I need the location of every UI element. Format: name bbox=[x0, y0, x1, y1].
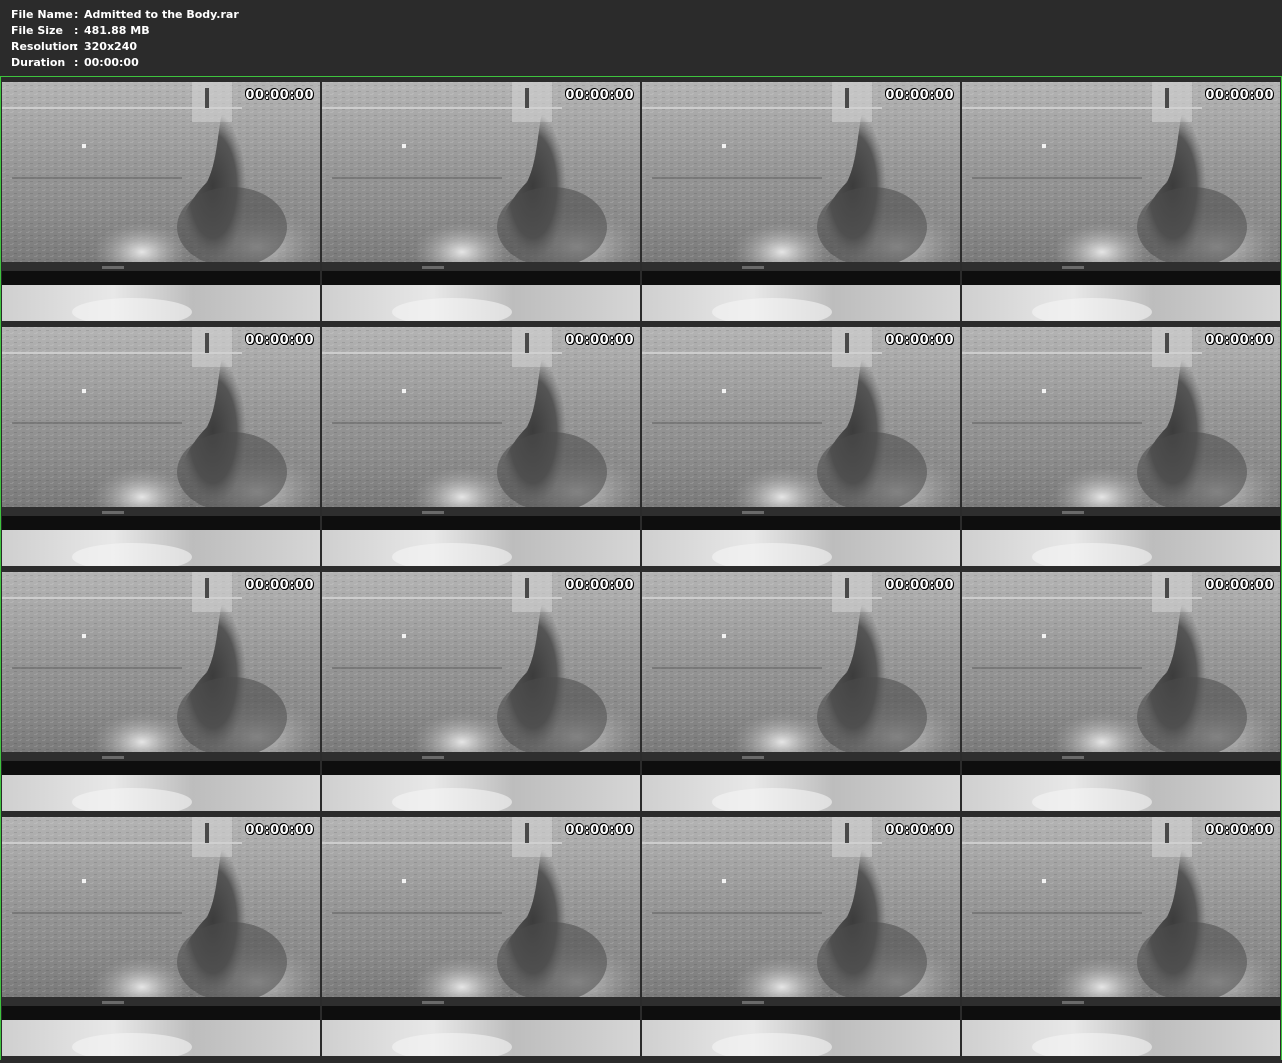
duration-label: Duration bbox=[11, 56, 66, 69]
video-thumbnail: 00:00:00 bbox=[322, 817, 640, 1056]
file-name-value: Admitted to the Body.rar bbox=[84, 8, 239, 21]
frame-image bbox=[962, 82, 1280, 321]
video-thumbnail: 00:00:00 bbox=[2, 327, 320, 566]
frame-timestamp: 00:00:00 bbox=[565, 823, 634, 838]
frame-image bbox=[322, 817, 640, 1056]
frame-image bbox=[642, 572, 960, 811]
resolution-value: 320x240 bbox=[84, 40, 138, 53]
frame-timestamp: 00:00:00 bbox=[245, 823, 314, 838]
frame-timestamp: 00:00:00 bbox=[565, 578, 634, 593]
frame-timestamp: 00:00:00 bbox=[885, 578, 954, 593]
frame-image bbox=[322, 572, 640, 811]
video-thumbnail: 00:00:00 bbox=[2, 817, 320, 1056]
file-name-row: File Name: Admitted to the Body.rar bbox=[11, 7, 239, 23]
video-thumbnail: 00:00:00 bbox=[962, 572, 1280, 811]
file-name-label: File Name bbox=[11, 8, 73, 21]
file-size-row: File Size:481.88 MB bbox=[11, 23, 150, 39]
video-thumbnail: 00:00:00 bbox=[962, 817, 1280, 1056]
video-thumbnail: 00:00:00 bbox=[642, 572, 960, 811]
file-size-separator: : bbox=[74, 24, 79, 37]
frame-image bbox=[2, 327, 320, 566]
duration-separator: : bbox=[74, 56, 79, 69]
video-thumbnail: 00:00:00 bbox=[642, 82, 960, 321]
file-size-label: File Size bbox=[11, 24, 63, 37]
video-thumbnail: 00:00:00 bbox=[322, 572, 640, 811]
file-size-value: 481.88 MB bbox=[84, 24, 150, 37]
file-name-separator: : bbox=[74, 8, 79, 21]
duration-row: Duration:00:00:00 bbox=[11, 55, 139, 71]
video-thumbnail: 00:00:00 bbox=[2, 82, 320, 321]
video-thumbnail: 00:00:00 bbox=[642, 817, 960, 1056]
frame-image bbox=[642, 82, 960, 321]
frame-timestamp: 00:00:00 bbox=[1205, 88, 1274, 103]
video-thumbnail: 00:00:00 bbox=[322, 327, 640, 566]
resolution-label: Resolution bbox=[11, 40, 78, 53]
frame-timestamp: 00:00:00 bbox=[1205, 823, 1274, 838]
frame-image bbox=[2, 817, 320, 1056]
frame-image bbox=[962, 327, 1280, 566]
frame-timestamp: 00:00:00 bbox=[565, 88, 634, 103]
frame-timestamp: 00:00:00 bbox=[885, 88, 954, 103]
frame-image bbox=[322, 82, 640, 321]
frame-timestamp: 00:00:00 bbox=[885, 823, 954, 838]
frame-timestamp: 00:00:00 bbox=[245, 88, 314, 103]
video-thumbnail: 00:00:00 bbox=[2, 572, 320, 811]
video-thumbnail: 00:00:00 bbox=[962, 82, 1280, 321]
frame-image bbox=[962, 817, 1280, 1056]
resolution-row: Resolution: 320x240 bbox=[11, 39, 137, 55]
video-thumbnail: 00:00:00 bbox=[322, 82, 640, 321]
frame-image bbox=[962, 572, 1280, 811]
file-info-header: File Name: Admitted to the Body.rar File … bbox=[0, 0, 1282, 76]
video-thumbnail: 00:00:00 bbox=[642, 327, 960, 566]
frame-timestamp: 00:00:00 bbox=[245, 333, 314, 348]
frame-image bbox=[322, 327, 640, 566]
resolution-separator: : bbox=[74, 40, 79, 53]
frame-image bbox=[642, 327, 960, 566]
frame-timestamp: 00:00:00 bbox=[1205, 578, 1274, 593]
frame-timestamp: 00:00:00 bbox=[885, 333, 954, 348]
frame-image bbox=[2, 82, 320, 321]
thumbnail-grid: 00:00:00 00:00:00 00:00:00 00:00:00 00:00:00… bbox=[0, 76, 1282, 1062]
frame-timestamp: 00:00:00 bbox=[1205, 333, 1274, 348]
frame-image bbox=[642, 817, 960, 1056]
frame-timestamp: 00:00:00 bbox=[565, 333, 634, 348]
duration-value: 00:00:00 bbox=[84, 56, 139, 69]
frame-timestamp: 00:00:00 bbox=[245, 578, 314, 593]
video-thumbnail: 00:00:00 bbox=[962, 327, 1280, 566]
frame-image bbox=[2, 572, 320, 811]
